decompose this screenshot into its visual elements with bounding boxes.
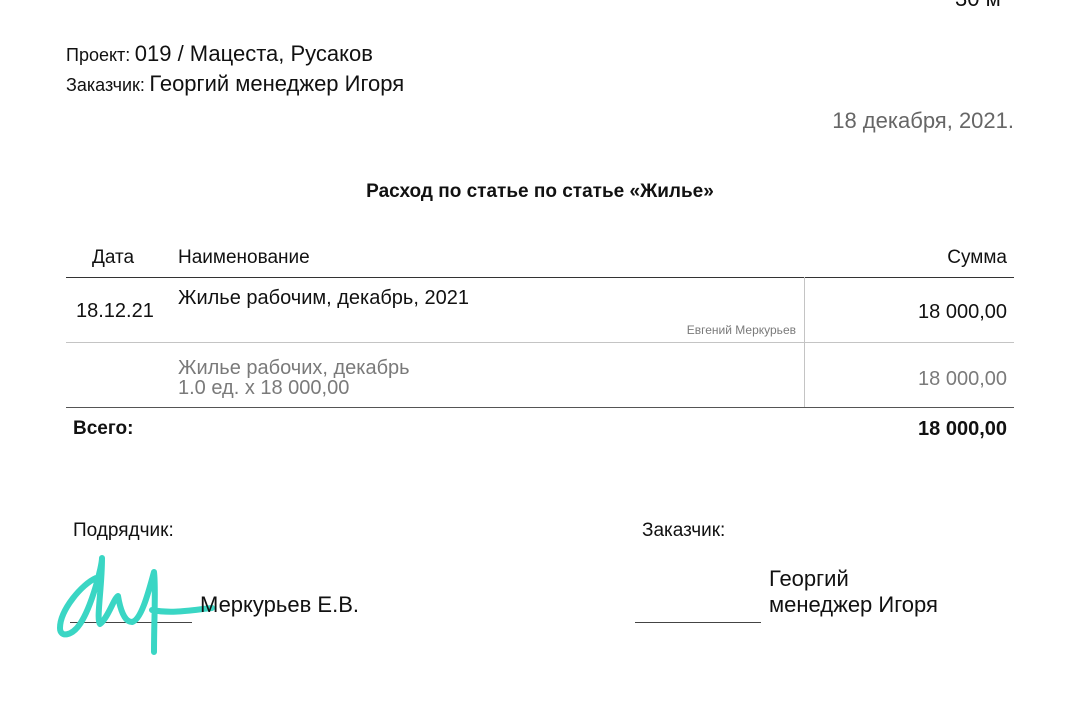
signature-stroke — [57, 555, 215, 655]
total-label: Всего: — [73, 418, 134, 439]
row-divider — [66, 342, 1014, 343]
total-divider — [66, 407, 1014, 408]
sum-column-divider — [804, 277, 805, 407]
project-value: 019 / Мацеста, Русаков — [134, 41, 373, 66]
customer-name-line-1: Георгий — [769, 566, 849, 591]
row-subitem-sum: 18 000,00 — [918, 368, 1007, 390]
row-date: 18.12.21 — [76, 300, 154, 322]
document-date: 18 декабря, 2021. — [832, 108, 1014, 133]
handwritten-signature — [57, 555, 215, 655]
customer-name-line-2: менеджер Игоря — [769, 592, 938, 617]
row-name: Жилье рабочим, декабрь, 2021 — [178, 287, 469, 309]
column-header-name: Наименование — [178, 247, 310, 268]
row-author: Евгений Меркурьев — [686, 323, 796, 337]
project-line: Проект: 019 / Мацеста, Русаков — [66, 41, 373, 67]
project-label: Проект: — [66, 45, 131, 65]
customer-label: Заказчик: — [66, 75, 145, 95]
contractor-name: Меркурьев Е.В. — [200, 592, 359, 617]
top-corner-text: 30 м — [955, 0, 1001, 12]
total-value: 18 000,00 — [918, 418, 1007, 440]
document-title: Расход по статье по статье «Жилье» — [366, 181, 714, 202]
customer-signature-line — [635, 622, 761, 623]
column-header-sum: Сумма — [947, 247, 1007, 268]
customer-line: Заказчик: Георгий менеджер Игоря — [66, 71, 404, 97]
row-subitem-quantity: 1.0 ед. x 18 000,00 — [178, 377, 350, 399]
row-subitem-name: Жилье рабочих, декабрь — [178, 357, 410, 379]
row-sum: 18 000,00 — [918, 301, 1007, 323]
column-header-date: Дата — [92, 247, 135, 268]
contractor-label: Подрядчик: — [73, 520, 174, 541]
customer-value: Георгий менеджер Игоря — [149, 71, 405, 96]
header-divider — [66, 277, 1014, 278]
customer-signature-label: Заказчик: — [642, 520, 726, 541]
